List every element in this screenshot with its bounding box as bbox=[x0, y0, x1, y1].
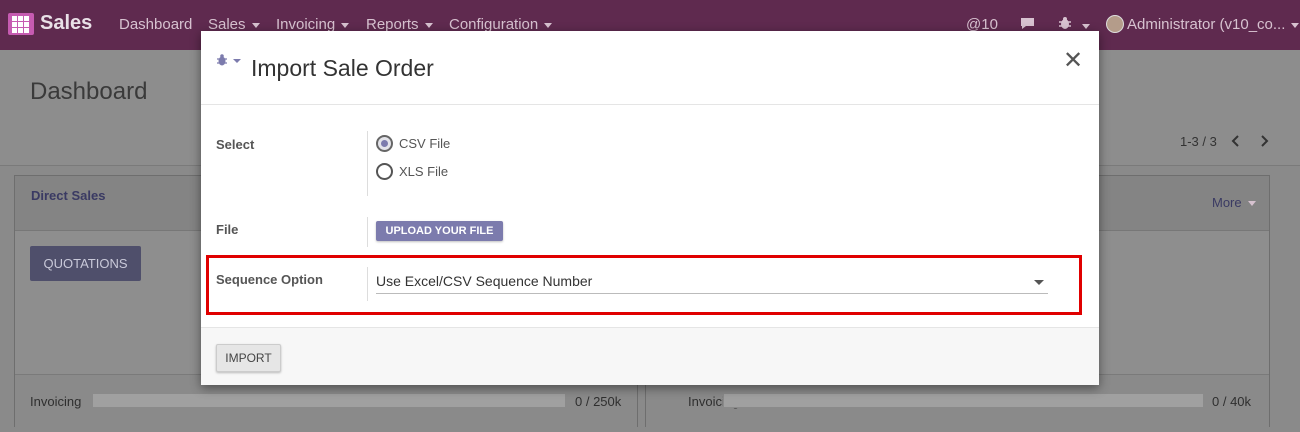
modal-header: Import Sale Order ✕ bbox=[201, 31, 1099, 105]
progress-bar bbox=[92, 393, 566, 408]
menu-dashboard[interactable]: Dashboard bbox=[119, 16, 192, 33]
app-brand[interactable]: Sales bbox=[8, 12, 92, 35]
radio-csv[interactable]: CSV File bbox=[376, 135, 450, 152]
radio-csv-label: CSV File bbox=[399, 136, 451, 151]
modal-footer: IMPORT bbox=[201, 327, 1099, 385]
radio-unchecked-icon bbox=[376, 163, 393, 180]
user-name: Administrator (v10_co... bbox=[1127, 16, 1286, 33]
import-dialog: Import Sale Order ✕ Select CSV File XLS … bbox=[201, 31, 1099, 385]
sequence-option-value: Use Excel/CSV Sequence Number bbox=[376, 273, 593, 289]
divider bbox=[367, 267, 368, 301]
more-dropdown[interactable]: More bbox=[1212, 195, 1256, 210]
bug-icon bbox=[1059, 17, 1071, 29]
radio-checked-icon bbox=[376, 135, 393, 152]
modal-title: Import Sale Order bbox=[251, 55, 434, 81]
close-icon[interactable]: ✕ bbox=[1063, 49, 1083, 73]
divider bbox=[367, 217, 368, 247]
apps-grid-icon[interactable] bbox=[8, 12, 34, 35]
chevron-right-icon[interactable] bbox=[1259, 134, 1269, 150]
debug-dropdown[interactable] bbox=[216, 53, 244, 72]
sequence-option-label: Sequence Option bbox=[216, 272, 323, 287]
pager-value[interactable]: 1-3 / 3 bbox=[1180, 134, 1217, 149]
caret-down-icon bbox=[1034, 280, 1044, 285]
sequence-option-select[interactable]: Use Excel/CSV Sequence Number bbox=[376, 269, 1048, 294]
select-label: Select bbox=[216, 137, 255, 152]
user-menu[interactable]: Administrator (v10_co... bbox=[1127, 16, 1299, 33]
quotations-button[interactable]: QUOTATIONS bbox=[30, 246, 141, 281]
progress-value: 0 / 250k bbox=[575, 394, 622, 409]
radio-xls[interactable]: XLS File bbox=[376, 163, 448, 180]
radio-xls-label: XLS File bbox=[399, 164, 449, 179]
page-title: Dashboard bbox=[30, 78, 148, 105]
divider bbox=[367, 131, 368, 196]
file-label: File bbox=[216, 222, 239, 237]
progress-bar bbox=[723, 393, 1204, 408]
progress-label: Invoicing bbox=[30, 394, 82, 409]
bug-icon bbox=[217, 54, 241, 66]
progress-value: 0 / 40k bbox=[1212, 394, 1252, 409]
brand-label: Sales bbox=[40, 12, 93, 34]
card-title[interactable]: Direct Sales bbox=[31, 188, 105, 203]
chevron-left-icon[interactable] bbox=[1231, 134, 1241, 150]
upload-file-button[interactable]: UPLOAD YOUR FILE bbox=[376, 221, 503, 241]
import-button[interactable]: IMPORT bbox=[216, 344, 281, 372]
avatar[interactable] bbox=[1106, 15, 1124, 33]
more-label: More bbox=[1212, 195, 1242, 210]
